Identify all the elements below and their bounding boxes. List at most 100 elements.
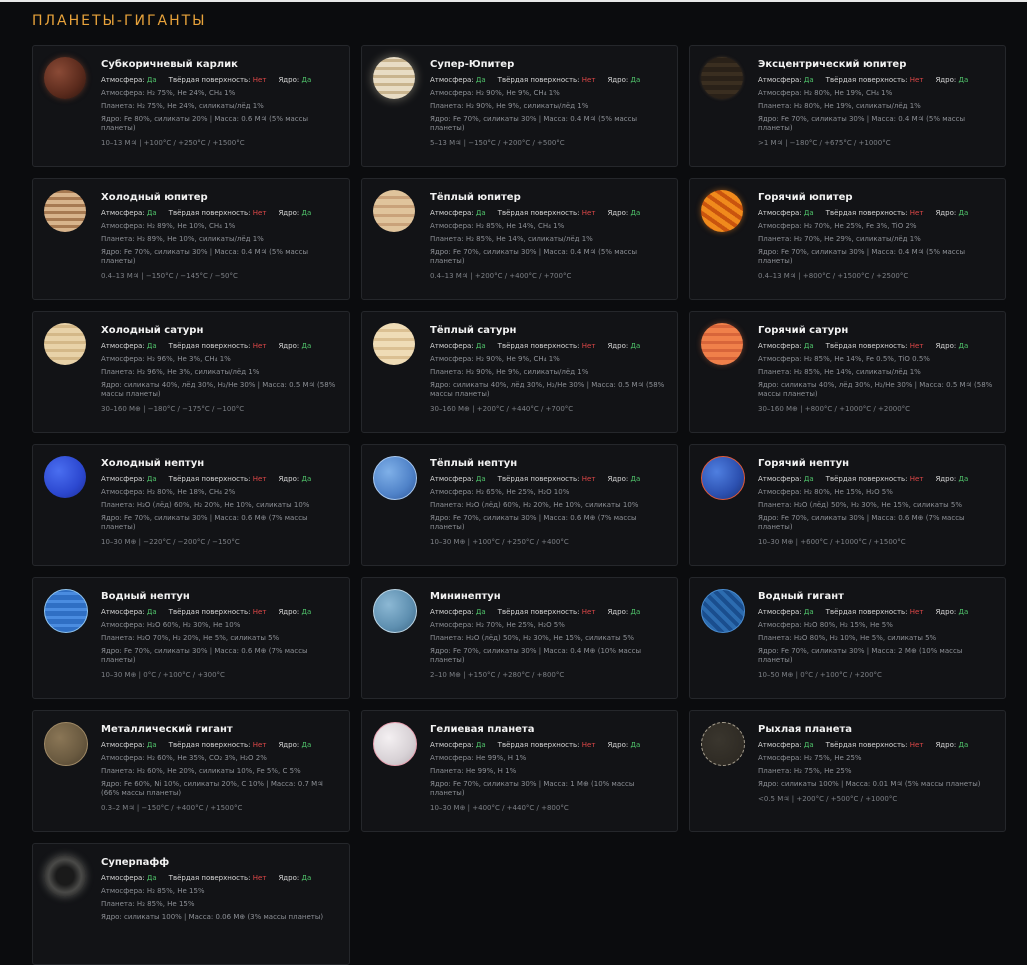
core-composition: Ядро: Fe 70%, силикаты 30% | Масса: 0.6 … — [758, 514, 965, 531]
planet-puffy-icon — [701, 722, 745, 766]
mass-temperature-range: 10–30 M⊕ | +400°C / +440°C / +800°C — [430, 804, 569, 812]
core-flag-value: Да — [630, 741, 641, 749]
planet-card[interactable]: Тёплый нептун Атмосфера: Да Твёрдая поверх… — [361, 444, 678, 566]
planet-card[interactable]: Эксцентрический юпитер Атмосфера: Да Твёрд… — [689, 45, 1006, 167]
surface-flag-value: Нет — [909, 342, 924, 350]
core-composition: Ядро: силикаты 100% | Масса: 0.01 M♃ (5%… — [758, 780, 981, 788]
surface-flag-label: Твёрдая поверхность: — [168, 475, 251, 483]
planet-card[interactable]: Холодный сатурн Атмосфера: Да Твёрдая пове… — [32, 311, 350, 433]
atmosphere-flag: Атмосфера: Да — [758, 741, 814, 749]
core-flag-label: Ядро: — [278, 76, 300, 84]
flags-row: Атмосфера: Да Твёрдая поверхность: Нет Ядр… — [430, 209, 667, 217]
mass-temperature-range: >1 M♃ | −180°C / +675°C / +1000°C — [758, 139, 891, 147]
atmosphere-flag: Атмосфера: Да — [101, 342, 157, 350]
planet-name: Супер-Юпитер — [430, 59, 515, 70]
planet-composition: Планета: H₂O (лёд) 50%, H₂ 30%, He 15%, … — [758, 501, 962, 509]
surface-flag-label: Твёрдая поверхность: — [825, 475, 908, 483]
surface-flag-value: Нет — [909, 608, 924, 616]
flags-row: Атмосфера: Да Твёрдая поверхность: Нет Ядр… — [758, 76, 995, 84]
planet-card[interactable]: Горячий юпитер Атмосфера: Да Твёрдая повер… — [689, 178, 1006, 300]
core-flag-value: Да — [630, 342, 641, 350]
surface-flag-value: Нет — [581, 342, 596, 350]
mass-temperature-range: 30–160 M⊕ | +200°C / +440°C / +700°C — [430, 405, 574, 413]
core-flag-value: Да — [630, 76, 641, 84]
planet-card[interactable]: Гелиевая планета Атмосфера: Да Твёрдая пов… — [361, 710, 678, 832]
core-flag-value: Да — [301, 76, 312, 84]
surface-flag: Твёрдая поверхность: Нет — [169, 874, 267, 882]
atmosphere-composition: Атмосфера: H₂ 96%, He 3%, CH₄ 1% — [101, 355, 231, 363]
atmosphere-flag: Атмосфера: Да — [101, 209, 157, 217]
surface-flag-value: Нет — [252, 209, 267, 217]
planet-card[interactable]: Тёплый сатурн Атмосфера: Да Твёрдая поверх… — [361, 311, 678, 433]
surface-flag-value: Нет — [581, 741, 596, 749]
surface-flag: Твёрдая поверхность: Нет — [826, 76, 924, 84]
atmosphere-composition: Атмосфера: H₂ 75%, He 25% — [758, 754, 862, 762]
planet-card[interactable]: Холодный нептун Атмосфера: Да Твёрдая пове… — [32, 444, 350, 566]
planet-water-giant-icon — [701, 589, 745, 633]
top-border — [0, 0, 1027, 2]
atmosphere-composition: Атмосфера: H₂ 85%, He 15% — [101, 887, 205, 895]
core-flag: Ядро: Да — [935, 741, 968, 749]
core-flag: Ядро: Да — [607, 741, 640, 749]
planet-card[interactable]: Рыхлая планета Атмосфера: Да Твёрдая повер… — [689, 710, 1006, 832]
planet-composition: Планета: H₂O (лёд) 50%, H₂ 30%, He 15%, … — [430, 634, 634, 642]
planet-card[interactable]: Суперпафф Атмосфера: Да Твёрдая поверхност… — [32, 843, 350, 965]
atmosphere-flag: Атмосфера: Да — [430, 209, 486, 217]
atmosphere-flag: Атмосфера: Да — [430, 342, 486, 350]
atmosphere-flag: Атмосфера: Да — [430, 608, 486, 616]
surface-flag-label: Твёрдая поверхность: — [168, 741, 251, 749]
flags-row: Атмосфера: Да Твёрдая поверхность: Нет Ядр… — [101, 76, 339, 84]
planet-name: Суперпафф — [101, 857, 170, 868]
atmosphere-composition: Атмосфера: H₂ 85%, He 14%, CH₄ 1% — [430, 222, 565, 230]
core-flag-value: Да — [958, 209, 969, 217]
atmosphere-composition: Атмосфера: H₂ 70%, He 25%, Fe 3%, TiO 2% — [758, 222, 917, 230]
planet-card[interactable]: Водный гигант Атмосфера: Да Твёрдая поверх… — [689, 577, 1006, 699]
core-composition: Ядро: Fe 70%, силикаты 30% | Масса: 2 M⊕… — [758, 647, 963, 664]
atmosphere-composition: Атмосфера: He 99%, H 1% — [430, 754, 527, 762]
surface-flag-value: Нет — [252, 475, 267, 483]
atmosphere-composition: Атмосфера: H₂ 80%, He 19%, CH₄ 1% — [758, 89, 893, 97]
planet-card[interactable]: Субкоричневый карлик Атмосфера: Да Твёрдая… — [32, 45, 350, 167]
mass-temperature-range: 10–50 M⊕ | 0°C / +100°C / +200°C — [758, 671, 882, 679]
planet-card[interactable]: Горячий нептун Атмосфера: Да Твёрдая повер… — [689, 444, 1006, 566]
mass-temperature-range: 0.4–13 M♃ | +800°C / +1500°C / +2500°C — [758, 272, 909, 280]
surface-flag: Твёрдая поверхность: Нет — [826, 608, 924, 616]
planet-card[interactable]: Тёплый юпитер Атмосфера: Да Твёрдая поверх… — [361, 178, 678, 300]
atmosphere-flag: Атмосфера: Да — [101, 741, 157, 749]
planet-composition: Планета: H₂O 70%, H₂ 20%, He 5%, силикат… — [101, 634, 280, 642]
surface-flag-value: Нет — [581, 209, 596, 217]
planet-cold-saturn-icon — [44, 323, 86, 365]
core-flag-label: Ядро: — [278, 342, 300, 350]
surface-flag: Твёрдая поверхность: Нет — [169, 741, 267, 749]
surface-flag-value: Нет — [252, 741, 267, 749]
planet-card[interactable]: Мининептун Атмосфера: Да Твёрдая поверхнос… — [361, 577, 678, 699]
atmosphere-flag-value: Да — [475, 475, 486, 483]
flags-row: Атмосфера: Да Твёрдая поверхность: Нет Ядр… — [758, 741, 995, 749]
flags-row: Атмосфера: Да Твёрдая поверхность: Нет Ядр… — [430, 608, 667, 616]
surface-flag-label: Твёрдая поверхность: — [825, 342, 908, 350]
core-composition: Ядро: Fe 70%, силикаты 30% | Масса: 1 M⊕… — [430, 780, 635, 797]
planet-card[interactable]: Супер-Юпитер Атмосфера: Да Твёрдая поверхн… — [361, 45, 678, 167]
core-flag: Ядро: Да — [278, 209, 311, 217]
planet-composition: Планета: H₂O (лёд) 60%, H₂ 20%, He 10%, … — [430, 501, 639, 509]
surface-flag: Твёрдая поверхность: Нет — [498, 475, 596, 483]
core-composition: Ядро: Fe 80%, силикаты 20% | Масса: 0.6 … — [101, 115, 308, 132]
atmosphere-flag-label: Атмосфера: — [101, 741, 145, 749]
flags-row: Атмосфера: Да Твёрдая поверхность: Нет Ядр… — [430, 741, 667, 749]
core-flag-label: Ядро: — [935, 608, 957, 616]
atmosphere-flag-label: Атмосфера: — [101, 342, 145, 350]
planet-card[interactable]: Металлический гигант Атмосфера: Да Твёрдая… — [32, 710, 350, 832]
planet-card[interactable]: Горячий сатурн Атмосфера: Да Твёрдая повер… — [689, 311, 1006, 433]
core-composition: Ядро: силикаты 100% | Масса: 0.06 M⊕ (3%… — [101, 913, 324, 921]
flags-row: Атмосфера: Да Твёрдая поверхность: Нет Ядр… — [758, 475, 995, 483]
atmosphere-flag: Атмосфера: Да — [430, 76, 486, 84]
planet-cold-jupiter-icon — [44, 190, 86, 232]
core-flag: Ядро: Да — [278, 741, 311, 749]
surface-flag: Твёрдая поверхность: Нет — [826, 741, 924, 749]
core-composition: Ядро: Fe 70%, силикаты 30% | Масса: 0.4 … — [430, 647, 642, 664]
flags-row: Атмосфера: Да Твёрдая поверхность: Нет Ядр… — [101, 608, 339, 616]
planet-composition: Планета: H₂ 96%, He 3%, силикаты/лёд 1% — [101, 368, 260, 376]
planet-card[interactable]: Водный нептун Атмосфера: Да Твёрдая поверх… — [32, 577, 350, 699]
planet-card[interactable]: Холодный юпитер Атмосфера: Да Твёрдая пове… — [32, 178, 350, 300]
surface-flag: Твёрдая поверхность: Нет — [826, 342, 924, 350]
